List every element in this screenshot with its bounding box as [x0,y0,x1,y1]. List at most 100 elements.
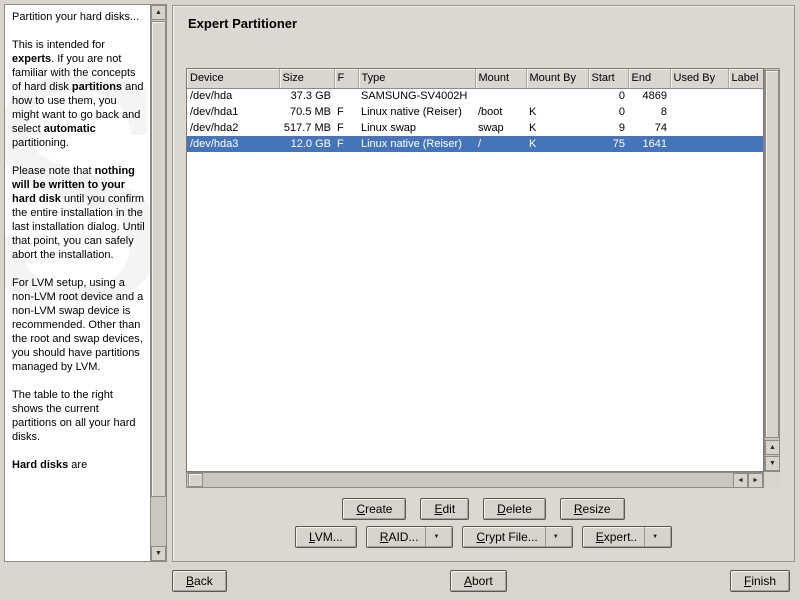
button-label: Abort [464,574,493,588]
cell-device: /dev/hda3 [187,136,279,152]
cell-device: /dev/hda1 [187,104,279,120]
vscroll-thumb[interactable] [765,70,779,438]
cell-mount-by [526,88,588,104]
cell-type: Linux swap [358,120,475,136]
help-paragraph: Please note that nothing will be written… [12,164,146,262]
table-vertical-scrollbar[interactable]: ▲ ▼ [764,68,780,472]
cell-device: /dev/hda [187,88,279,104]
button-label: Crypt File... [476,530,537,544]
column-header-device[interactable]: Device [187,69,279,88]
cell-end: 74 [628,120,670,136]
resize-button[interactable]: Resize [560,498,625,520]
help-paragraph: Hard disks are [12,458,146,472]
column-header-start[interactable]: Start [588,69,628,88]
cell-f: F [334,104,358,120]
wizard-footer: Back Abort Finish [172,569,790,592]
table-row-dev-hda3[interactable]: /dev/hda312.0 GBFLinux native (Reiser)/K… [187,136,763,152]
scroll-left-icon[interactable]: ◄ [733,473,748,488]
cell-mount: swap [475,120,526,136]
cell-f [334,88,358,104]
cell-mount: /boot [475,104,526,120]
cell-end: 1641 [628,136,670,152]
cell-device: /dev/hda2 [187,120,279,136]
raid-button[interactable]: RAID... ▼ [366,526,454,548]
cell-mount: / [475,136,526,152]
cell-size: 517.7 MB [279,120,334,136]
action-button-row: Create Edit Delete Resize [173,498,794,520]
cell-size: 37.3 GB [279,88,334,104]
button-label: Create [356,502,392,516]
edit-button[interactable]: Edit [420,498,469,520]
cell-f: F [334,136,358,152]
cell-end: 8 [628,104,670,120]
crypt-file-button[interactable]: Crypt File... ▼ [462,526,572,548]
cell-mount-by: K [526,120,588,136]
cell-size: 70.5 MB [279,104,334,120]
cell-mount-by: K [526,136,588,152]
cell-label [728,104,763,120]
scroll-down-icon[interactable]: ▼ [765,456,780,471]
abort-button[interactable]: Abort [450,570,507,592]
hscroll-thumb[interactable] [188,473,203,487]
cell-type: Linux native (Reiser) [358,104,475,120]
cell-used-by [670,136,728,152]
table-row-dev-hda[interactable]: /dev/hda37.3 GBSAMSUNG-SV4002H04869 [187,88,763,104]
table-row-dev-hda2[interactable]: /dev/hda2517.7 MBFLinux swapswapK974 [187,120,763,136]
cell-mount [475,88,526,104]
column-header-mount[interactable]: Mount [475,69,526,88]
delete-button[interactable]: Delete [483,498,546,520]
help-panel: S Partition your hard disks...This is in… [4,4,167,562]
dropdown-arrow-icon: ▼ [545,527,559,547]
cell-label [728,88,763,104]
scroll-up-icon[interactable]: ▲ [765,440,780,455]
table-horizontal-scrollbar[interactable]: ◄ ► [186,472,764,488]
button-label: LVM... [309,530,343,544]
partition-table-area: DeviceSizeFTypeMountMount ByStartEndUsed… [186,68,780,488]
column-header-used-by[interactable]: Used By [670,69,728,88]
scroll-up-icon[interactable]: ▲ [151,5,166,20]
button-label: Finish [744,574,776,588]
help-scrollbar[interactable]: ▲ ▼ [150,5,166,561]
column-header-f[interactable]: F [334,69,358,88]
help-scrollbar-thumb[interactable] [151,21,166,497]
button-label: Delete [497,502,532,516]
create-button[interactable]: Create [342,498,406,520]
help-paragraph: The table to the right shows the current… [12,388,146,444]
scroll-down-icon[interactable]: ▼ [151,546,166,561]
cell-end: 4869 [628,88,670,104]
column-header-type[interactable]: Type [358,69,475,88]
column-header-mount-by[interactable]: Mount By [526,69,588,88]
cell-type: SAMSUNG-SV4002H [358,88,475,104]
help-paragraph: For LVM setup, using a non-LVM root devi… [12,276,146,374]
button-label: RAID... [380,530,419,544]
help-paragraph: Partition your hard disks... [12,10,146,24]
cell-size: 12.0 GB [279,136,334,152]
back-button[interactable]: Back [172,570,227,592]
button-label: Resize [574,502,611,516]
lvm-button[interactable]: LVM... [295,526,357,548]
cell-used-by [670,120,728,136]
cell-label [728,136,763,152]
button-label: Expert.. [596,530,637,544]
finish-button[interactable]: Finish [730,570,790,592]
help-text: Partition your hard disks... This is inte… [5,5,149,561]
cell-f: F [334,120,358,136]
column-header-size[interactable]: Size [279,69,334,88]
button-label: Back [186,574,213,588]
cell-used-by [670,88,728,104]
table-row-dev-hda1[interactable]: /dev/hda170.5 MBFLinux native (Reiser)/b… [187,104,763,120]
scroll-right-icon[interactable]: ► [748,473,763,488]
expert-partitioner-window: S Partition your hard disks...This is in… [0,0,800,600]
column-header-end[interactable]: End [628,69,670,88]
cell-start: 75 [588,136,628,152]
help-paragraph: This is intended for experts. If you are… [12,38,146,150]
expert-button[interactable]: Expert..▼ [582,526,672,548]
table-header-row: DeviceSizeFTypeMountMount ByStartEndUsed… [187,69,763,88]
dropdown-arrow-icon: ▼ [425,527,439,547]
page-title: Expert Partitioner [188,16,297,31]
column-header-label[interactable]: Label [728,69,763,88]
cell-mount-by: K [526,104,588,120]
cell-used-by [670,104,728,120]
scrollbar-corner [764,472,780,488]
cell-start: 0 [588,104,628,120]
